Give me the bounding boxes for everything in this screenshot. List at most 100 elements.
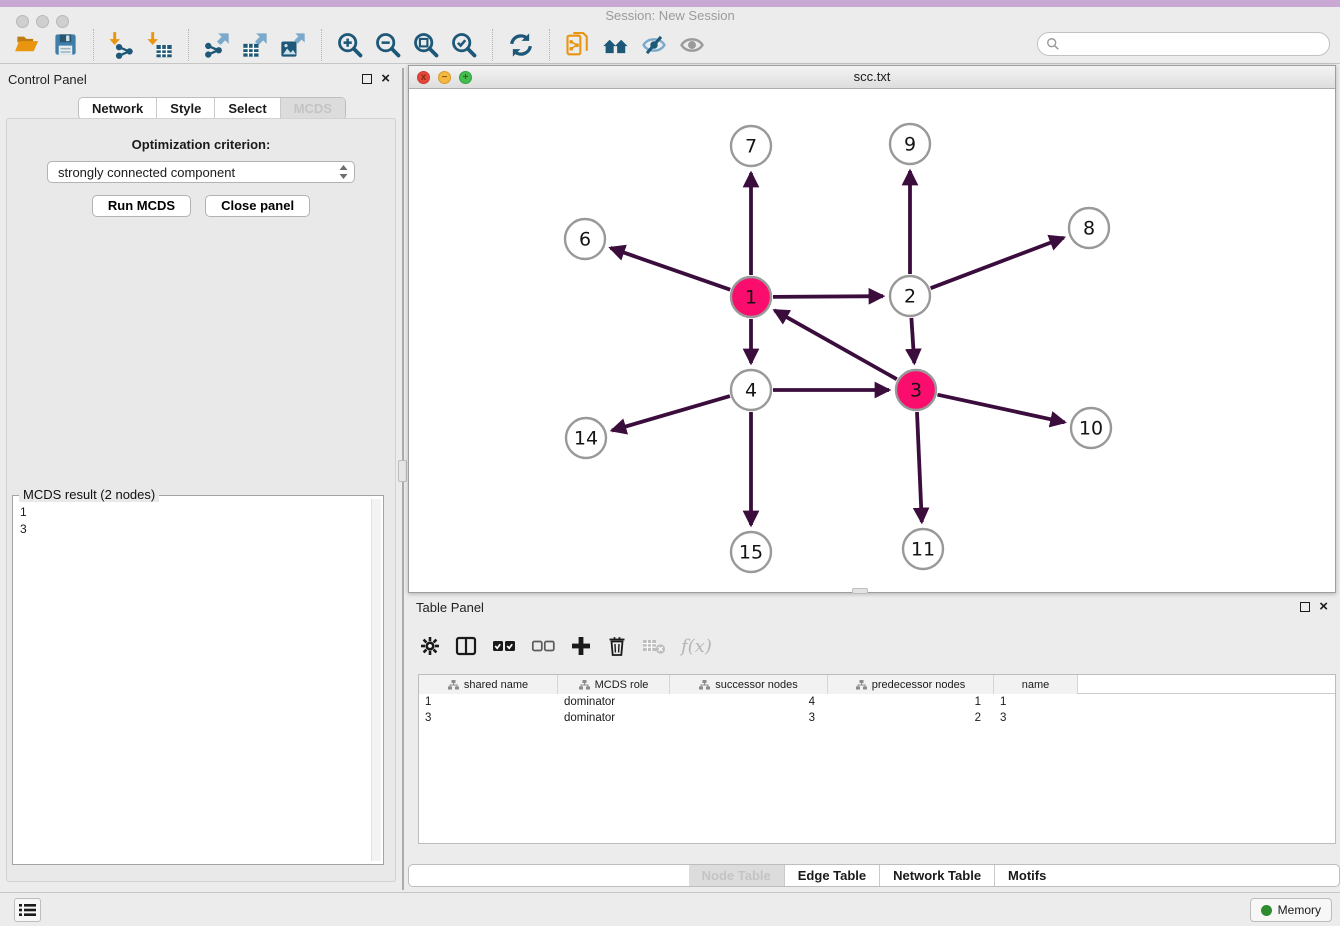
node-label: 11: [911, 539, 935, 561]
graph-edge-3-11[interactable]: [917, 412, 922, 522]
tab-mcds[interactable]: MCDS: [280, 98, 345, 119]
import-network-icon[interactable]: [106, 29, 138, 61]
network-view-window: x − + scc.txt 7 9 6 8 1 2 4 3 14 10 15 11: [408, 65, 1336, 593]
table-body: 1dominator4113dominator323: [419, 694, 1335, 726]
float-panel-icon[interactable]: [362, 74, 372, 84]
graph-node-6[interactable]: 6: [565, 219, 605, 259]
table-row[interactable]: 3dominator323: [419, 710, 1335, 726]
graph-edge-4-14[interactable]: [612, 396, 730, 430]
add-column-icon[interactable]: [570, 635, 592, 657]
close-panel-icon[interactable]: ×: [381, 74, 390, 84]
open-file-icon[interactable]: [11, 29, 43, 61]
toolbar-separator: [549, 29, 550, 61]
graph-node-14[interactable]: 14: [566, 418, 606, 458]
close-panel-button[interactable]: Close panel: [205, 195, 310, 217]
tab-node-table[interactable]: Node Table: [689, 865, 784, 886]
graph-node-10[interactable]: 10: [1071, 408, 1111, 448]
export-network-icon[interactable]: [201, 29, 233, 61]
search-input[interactable]: [1060, 36, 1329, 52]
graph-node-1[interactable]: 1: [731, 277, 771, 317]
graph-node-15[interactable]: 15: [731, 532, 771, 572]
node-label: 2: [904, 286, 916, 308]
panel-divider-handle[interactable]: [398, 460, 407, 482]
graph-node-3[interactable]: 3: [896, 370, 936, 410]
show-all-icon[interactable]: [676, 29, 708, 61]
node-label: 14: [574, 428, 598, 450]
column-header-name[interactable]: name: [994, 675, 1078, 694]
zoom-out-icon[interactable]: [372, 29, 404, 61]
network-table-divider-handle[interactable]: [852, 588, 868, 594]
run-mcds-button[interactable]: Run MCDS: [92, 195, 191, 217]
attribute-type-icon: [448, 680, 459, 690]
tab-network-table[interactable]: Network Table: [879, 865, 994, 886]
attribute-type-icon: [856, 680, 867, 690]
zoom-selected-icon[interactable]: [448, 29, 480, 61]
mcds-tab-content: Optimization criterion: strongly connect…: [6, 118, 396, 882]
cell-name: 1: [994, 694, 1078, 710]
graph-node-2[interactable]: 2: [890, 276, 930, 316]
column-header-label: name: [1022, 679, 1050, 691]
save-session-icon[interactable]: [49, 29, 81, 61]
delete-row-icon[interactable]: [607, 635, 627, 657]
tab-edge-table[interactable]: Edge Table: [784, 865, 879, 886]
network-window-titlebar[interactable]: x − + scc.txt: [409, 66, 1335, 89]
column-browser-icon[interactable]: [455, 636, 477, 656]
graph-node-7[interactable]: 7: [731, 126, 771, 166]
apply-layout-icon[interactable]: [505, 29, 537, 61]
graph-edge-1-2[interactable]: [773, 296, 883, 297]
column-header-predecessor-nodes[interactable]: predecessor nodes: [828, 675, 994, 694]
result-line: 3: [20, 521, 383, 538]
zoom-in-icon[interactable]: [334, 29, 366, 61]
graph-node-9[interactable]: 9: [890, 124, 930, 164]
mcds-result-lines: 13: [13, 496, 383, 538]
tab-style[interactable]: Style: [156, 98, 214, 119]
graph-node-11[interactable]: 11: [903, 529, 943, 569]
maximize-view-button[interactable]: +: [459, 71, 472, 84]
import-table-icon[interactable]: [144, 29, 176, 61]
node-label: 8: [1083, 218, 1095, 240]
minimize-view-button[interactable]: −: [438, 71, 451, 84]
node-label: 7: [745, 136, 757, 158]
table-row[interactable]: 1dominator411: [419, 694, 1335, 710]
search-field[interactable]: [1037, 32, 1330, 56]
graph-edge-1-6[interactable]: [611, 248, 731, 290]
main-toolbar: [0, 26, 1340, 64]
graph-edge-2-3[interactable]: [911, 318, 914, 363]
float-panel-icon[interactable]: [1300, 602, 1310, 612]
column-header-shared-name[interactable]: shared name: [419, 675, 558, 694]
zoom-fit-icon[interactable]: [410, 29, 442, 61]
tab-motifs[interactable]: Motifs: [994, 865, 1059, 886]
graph-edge-3-1[interactable]: [775, 310, 897, 379]
first-neighbors-icon[interactable]: [600, 29, 632, 61]
task-history-button[interactable]: [14, 898, 41, 922]
result-scrollbar[interactable]: [371, 499, 381, 861]
column-header-label: shared name: [464, 679, 528, 691]
memory-label: Memory: [1278, 903, 1321, 917]
criterion-select[interactable]: strongly connected component: [47, 161, 355, 183]
export-table-icon[interactable]: [239, 29, 271, 61]
column-header-mcds-role[interactable]: MCDS role: [558, 675, 670, 694]
graph-edge-2-8[interactable]: [931, 238, 1064, 289]
column-header-successor-nodes[interactable]: successor nodes: [670, 675, 828, 694]
graph-node-4[interactable]: 4: [731, 370, 771, 410]
close-view-button[interactable]: x: [417, 71, 430, 84]
select-all-rows-icon[interactable]: [492, 638, 516, 654]
node-label: 9: [904, 134, 916, 156]
deselect-all-rows-icon[interactable]: [531, 638, 555, 654]
tab-select[interactable]: Select: [214, 98, 279, 119]
control-panel-buttons: ×: [362, 74, 390, 84]
attribute-type-icon: [579, 680, 590, 690]
column-header-label: successor nodes: [715, 679, 798, 691]
window-title: Session: New Session: [605, 8, 734, 23]
table-options-icon[interactable]: [420, 636, 440, 656]
export-image-icon[interactable]: [277, 29, 309, 61]
memory-button[interactable]: Memory: [1250, 898, 1332, 922]
hide-selected-icon[interactable]: [638, 29, 670, 61]
clone-network-icon[interactable]: [562, 29, 594, 61]
tab-network[interactable]: Network: [79, 98, 156, 119]
graph-edge-3-10[interactable]: [938, 395, 1065, 423]
close-panel-icon[interactable]: ×: [1319, 602, 1328, 612]
cell-successor-nodes: 3: [670, 710, 828, 726]
graph-node-8[interactable]: 8: [1069, 208, 1109, 248]
cell-shared-name: 1: [419, 694, 558, 710]
